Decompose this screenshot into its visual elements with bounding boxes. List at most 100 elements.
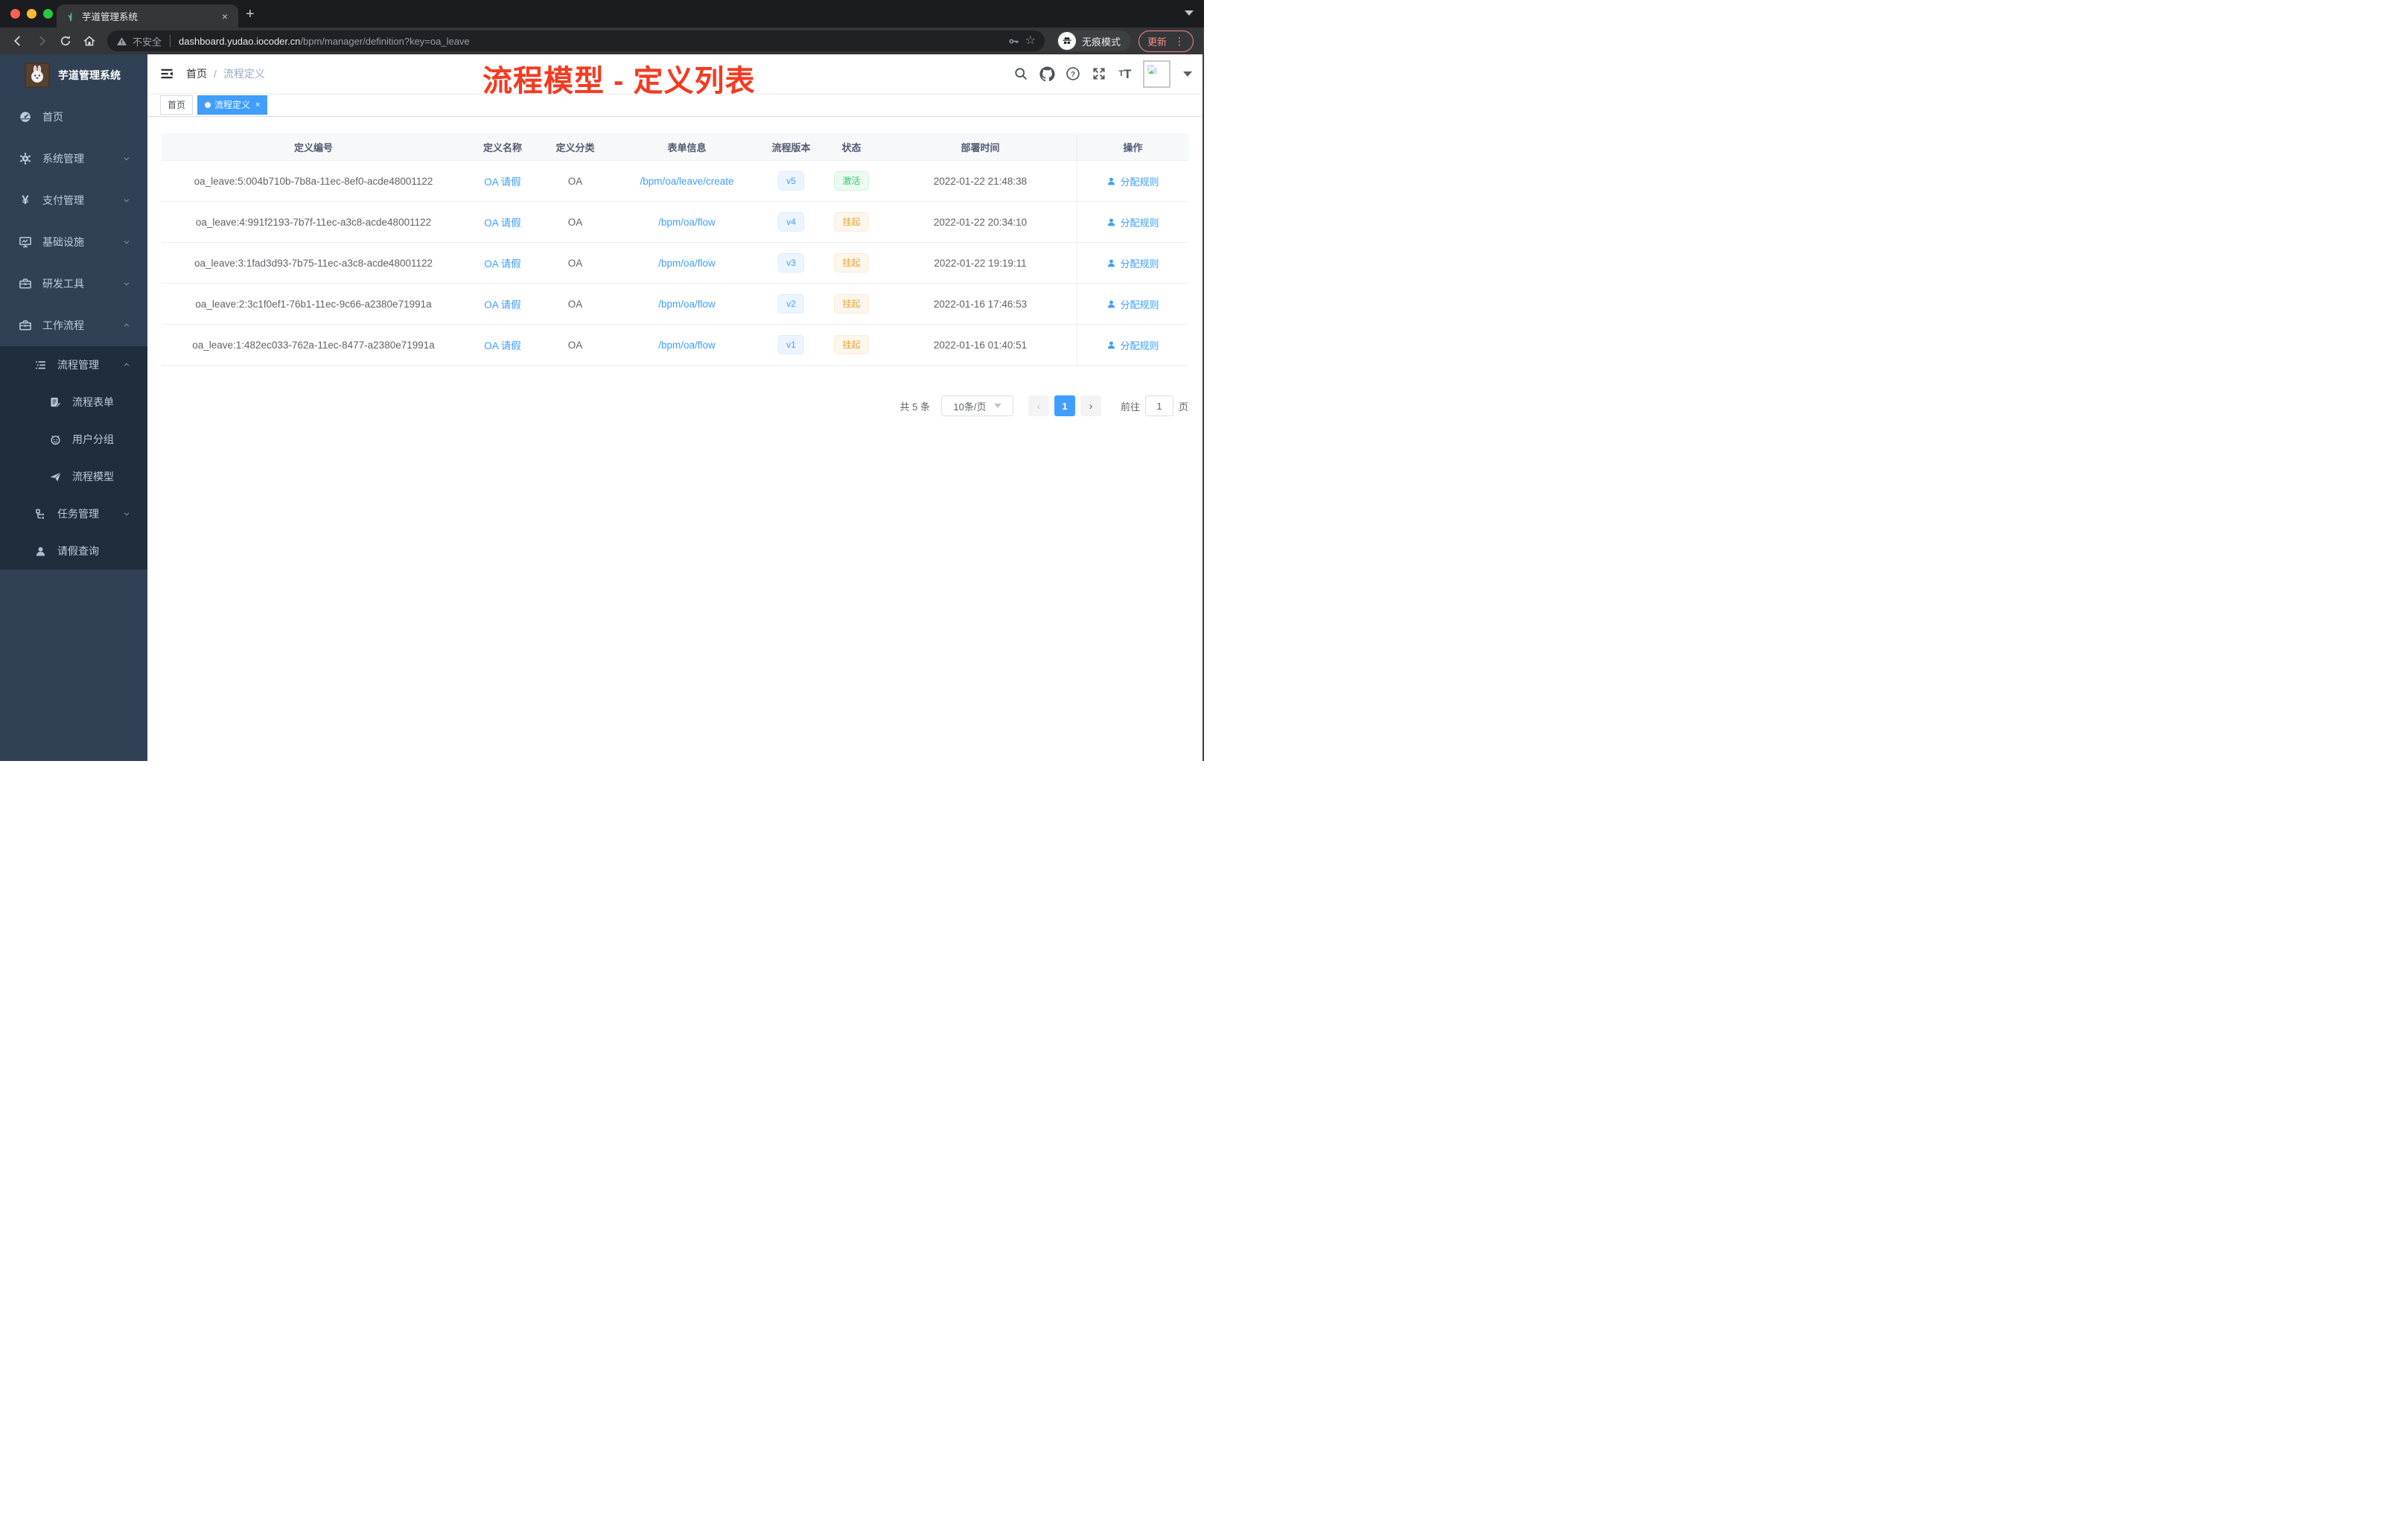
assign-rule-button[interactable]: 分配规则 (1106, 297, 1159, 311)
help-icon[interactable]: ? (1065, 66, 1081, 82)
hamburger-icon[interactable] (159, 66, 174, 81)
next-page-button[interactable]: › (1080, 395, 1101, 416)
sidebar-item-process-form[interactable]: 流程表单 (0, 383, 147, 421)
window-controls[interactable] (10, 9, 53, 19)
monitor-icon (18, 235, 33, 249)
form-link[interactable]: /bpm/oa/flow (658, 217, 716, 228)
form-link[interactable]: /bpm/oa/flow (658, 299, 716, 310)
sidebar-item-leave-query[interactable]: 请假查询 (0, 532, 147, 570)
chevron-down-icon (122, 154, 131, 163)
update-label: 更新 (1147, 36, 1167, 48)
address-bar[interactable]: 不安全 dashboard.yudao.iocoder.cn/bpm/manag… (107, 31, 1045, 51)
minimize-window-icon[interactable] (27, 9, 36, 19)
avatar[interactable] (1143, 60, 1170, 88)
page-size-select[interactable]: 10条/页 (940, 395, 1013, 416)
column-header: 状态 (841, 141, 861, 153)
search-icon[interactable] (1013, 66, 1029, 82)
tree-table-icon (33, 359, 48, 372)
sidebar-item-payment[interactable]: ¥ 支付管理 (0, 179, 147, 221)
favicon-plant-icon (64, 10, 76, 22)
definition-name-link[interactable]: OA 请假 (484, 337, 521, 352)
yen-icon: ¥ (22, 193, 29, 207)
form-icon (48, 396, 63, 409)
gear-icon (18, 152, 33, 165)
definition-name-link[interactable]: OA 请假 (484, 255, 521, 270)
sidebar-item-label: 基础设施 (42, 236, 84, 248)
sidebar-item-task-management[interactable]: 任务管理 (0, 495, 147, 532)
workflow-submenu: 流程管理 流程表单 用户分组 流程模型 任务管理 请假查询 (0, 346, 147, 570)
user-icon (33, 545, 48, 558)
status-badge: 挂起 (834, 334, 869, 355)
definition-name-link[interactable]: OA 请假 (484, 173, 521, 188)
sidebar-item-system[interactable]: 系统管理 (0, 138, 147, 179)
sidebar-item-label: 请假查询 (57, 545, 99, 557)
kebab-menu-icon[interactable]: ⋮ (1174, 35, 1185, 48)
prev-page-button[interactable]: ‹ (1028, 395, 1049, 416)
breadcrumb-home[interactable]: 首页 (186, 66, 207, 81)
breadcrumb-separator: / (214, 68, 217, 80)
form-link[interactable]: /bpm/oa/flow (658, 258, 716, 269)
page-unit-label: 页 (1178, 401, 1188, 413)
browser-tab[interactable]: 芋道管理系统 × (57, 4, 238, 28)
definition-name-link[interactable]: OA 请假 (484, 214, 521, 229)
security-label: 不安全 (133, 36, 162, 48)
definition-id: oa_leave:2:3c1f0ef1-76b1-11ec-9c66-a2380… (195, 298, 432, 310)
browser-update-button[interactable]: 更新 ⋮ (1138, 30, 1194, 52)
chevron-down-icon (122, 509, 131, 518)
definition-category: OA (567, 257, 583, 269)
omnibox-divider (170, 35, 171, 47)
page-size-value: 10条/页 (953, 401, 987, 413)
github-icon[interactable] (1039, 66, 1055, 82)
avatar-dropdown-caret-icon[interactable] (1183, 71, 1192, 77)
new-tab-button[interactable]: + (246, 7, 255, 22)
status-badge: 挂起 (834, 252, 869, 273)
form-link[interactable]: /bpm/oa/flow (658, 340, 716, 351)
sidebar-item-devtools[interactable]: 研发工具 (0, 263, 147, 305)
reload-button[interactable] (55, 31, 76, 51)
maximize-window-icon[interactable] (43, 9, 53, 19)
page-content: 定义编号 定义名称 定义分类 表单信息 流程版本 状态 部署时间 操作 oa_l… (147, 117, 1204, 761)
assign-rule-button[interactable]: 分配规则 (1106, 174, 1159, 188)
version-badge: v5 (778, 171, 804, 191)
goto-label: 前往 (1120, 401, 1140, 413)
sidebar-logo-row[interactable]: 芋道管理系统 (0, 54, 147, 96)
url-path: /bpm/manager/definition?key=oa_leave (300, 35, 470, 47)
sidebar-item-workflow[interactable]: 工作流程 (0, 305, 147, 346)
bookmark-star-icon[interactable]: ☆ (1025, 35, 1036, 47)
chevron-down-icon (993, 404, 1001, 408)
home-button[interactable] (79, 31, 100, 51)
fullscreen-icon[interactable] (1091, 66, 1107, 82)
back-button[interactable] (7, 31, 28, 51)
tag-process-definition[interactable]: 流程定义 × (197, 95, 268, 115)
version-badge: v2 (778, 293, 804, 314)
close-window-icon[interactable] (10, 9, 20, 19)
form-link[interactable]: /bpm/oa/leave/create (640, 176, 733, 187)
tag-close-icon[interactable]: × (255, 101, 260, 109)
sidebar-item-infrastructure[interactable]: 基础设施 (0, 221, 147, 263)
sidebar-item-home[interactable]: 首页 (0, 96, 147, 138)
assign-rule-button[interactable]: 分配规则 (1106, 215, 1159, 229)
sidebar: 芋道管理系统 首页 系统管理 ¥ 支付管理 基础设施 研发工具 工作流程 流程管… (0, 54, 147, 761)
goto-page-input[interactable] (1144, 395, 1173, 416)
assign-rule-button[interactable]: 分配规则 (1106, 338, 1159, 352)
definition-category: OA (567, 216, 583, 228)
tab-close-icon[interactable]: × (219, 10, 231, 22)
assign-rule-button[interactable]: 分配规则 (1106, 256, 1159, 270)
robot-icon (48, 433, 63, 446)
sidebar-item-process-management[interactable]: 流程管理 (0, 346, 147, 383)
tag-home[interactable]: 首页 (160, 95, 194, 115)
font-size-icon[interactable]: TT (1117, 66, 1133, 82)
definition-name-link[interactable]: OA 请假 (484, 296, 521, 311)
url-text: dashboard.yudao.iocoder.cn/bpm/manager/d… (179, 36, 470, 47)
password-key-icon[interactable] (1007, 35, 1020, 48)
version-badge: v1 (778, 334, 804, 355)
forward-button[interactable] (31, 31, 52, 51)
page-number-button[interactable]: 1 (1054, 395, 1075, 416)
sidebar-item-process-model[interactable]: 流程模型 (0, 458, 147, 495)
sidebar-item-label: 研发工具 (42, 278, 84, 290)
sidebar-item-label: 流程模型 (72, 471, 114, 483)
tab-search-chevron-icon[interactable] (1185, 10, 1194, 16)
briefcase-icon (18, 319, 33, 332)
sidebar-item-user-group[interactable]: 用户分组 (0, 421, 147, 458)
red-annotation-text: 流程模型 - 定义列表 (482, 65, 756, 98)
